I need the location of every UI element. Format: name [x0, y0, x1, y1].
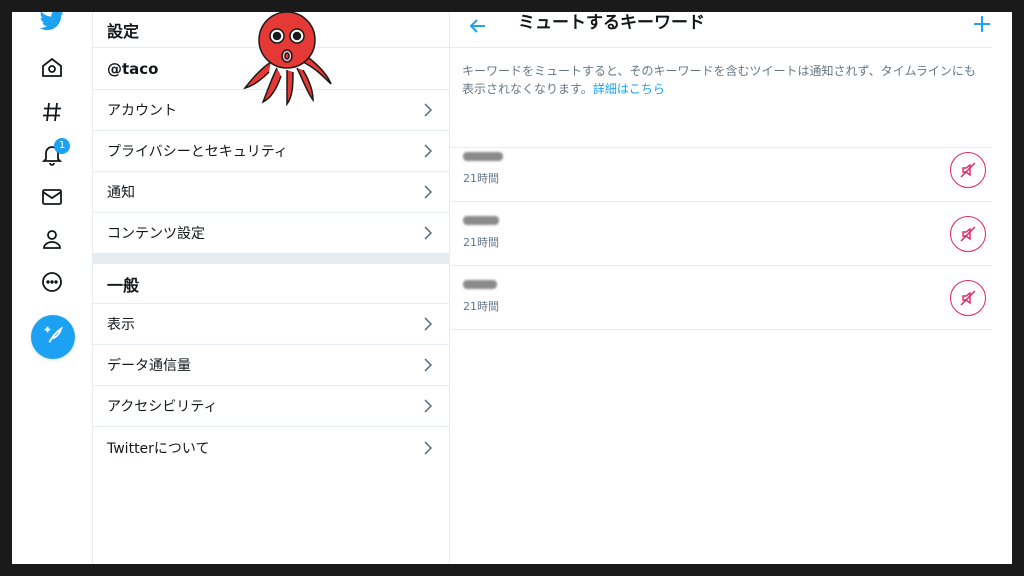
nav-home-button[interactable]	[34, 52, 70, 88]
learn-more-link[interactable]: 詳細はこちら	[593, 82, 665, 96]
chevron-right-icon	[424, 185, 433, 199]
description-text: キーワードをミュートすると、そのキーワードを含むツイートは通知されず、タイムライ…	[462, 64, 976, 96]
nav-explore-button[interactable]	[34, 96, 70, 132]
compose-tweet-icon	[42, 324, 64, 350]
muted-keyword-time: 21時間	[463, 236, 499, 249]
general-section-title: 一般	[93, 264, 449, 304]
nav-profile-button[interactable]	[34, 223, 70, 259]
home-icon	[40, 56, 64, 84]
envelope-icon	[40, 185, 64, 213]
back-arrow-icon[interactable]	[468, 16, 488, 36]
plus-icon[interactable]	[972, 14, 992, 34]
speaker-off-icon	[960, 226, 976, 242]
muted-keyword-row[interactable]: 21時間	[450, 138, 992, 202]
speaker-off-icon	[960, 162, 976, 178]
muted-keyword-row[interactable]: 21時間	[450, 266, 992, 330]
muted-keyword-redacted	[463, 216, 499, 225]
chevron-right-icon	[424, 358, 433, 372]
muted-keywords-panel: ミュートするキーワード キーワードをミュートすると、そのキーワードを含むツイート…	[450, 12, 992, 564]
page-title: ミュートするキーワード	[518, 13, 705, 33]
settings-item-display[interactable]: 表示	[93, 304, 449, 345]
app-frame: 1 設定 @taco アカウント プライバシーとセキュリティ 通知 コンテンツ設…	[12, 12, 1012, 564]
settings-item-label: Twitterについて	[107, 440, 210, 457]
twitter-logo[interactable]	[34, 12, 70, 40]
settings-item-label: コンテンツ設定	[107, 226, 205, 242]
chevron-right-icon	[424, 226, 433, 240]
chevron-right-icon	[424, 440, 433, 455]
left-nav: 1	[12, 12, 92, 564]
hashtag-icon	[40, 100, 64, 128]
muted-keyword-redacted	[463, 280, 497, 289]
unmute-button[interactable]	[950, 280, 986, 316]
compose-tweet-button[interactable]	[31, 315, 75, 359]
muted-keyword-redacted	[463, 152, 503, 161]
nav-notifications-button[interactable]: 1	[34, 138, 70, 174]
nav-messages-button[interactable]	[34, 181, 70, 217]
settings-item-label: 表示	[107, 317, 135, 333]
settings-item-privacy[interactable]: プライバシーとセキュリティ	[93, 131, 449, 172]
muted-description: キーワードをミュートすると、そのキーワードを含むツイートは通知されず、タイムライ…	[450, 48, 992, 148]
settings-item-label: プライバシーとセキュリティ	[107, 144, 288, 160]
person-icon	[40, 227, 64, 255]
settings-column: 設定 @taco アカウント プライバシーとセキュリティ 通知 コンテンツ設定 …	[92, 12, 450, 564]
settings-item-data-usage[interactable]: データ通信量	[93, 345, 449, 386]
unmute-button[interactable]	[950, 152, 986, 188]
chevron-right-icon	[424, 399, 433, 413]
chevron-right-icon	[424, 317, 433, 331]
more-circle-icon	[40, 270, 64, 298]
speaker-off-icon	[960, 290, 976, 306]
octopus-sticker-icon	[243, 12, 332, 106]
twitter-bird-icon	[39, 12, 64, 36]
muted-keyword-row[interactable]: 21時間	[450, 202, 992, 266]
nav-more-button[interactable]	[34, 266, 70, 302]
muted-header: ミュートするキーワード	[450, 12, 992, 48]
chevron-right-icon	[424, 144, 433, 158]
notification-badge: 1	[54, 138, 70, 154]
muted-keyword-time: 21時間	[463, 300, 499, 313]
chevron-right-icon	[424, 103, 433, 117]
settings-item-notifications[interactable]: 通知	[93, 172, 449, 213]
unmute-button[interactable]	[950, 216, 986, 252]
muted-keyword-time: 21時間	[463, 172, 499, 185]
settings-item-label: データ通信量	[107, 358, 191, 374]
settings-item-label: アカウント	[107, 103, 177, 119]
section-divider	[93, 254, 449, 264]
settings-item-accessibility[interactable]: アクセシビリティ	[93, 386, 449, 427]
settings-item-label: 通知	[107, 185, 135, 201]
settings-item-content[interactable]: コンテンツ設定	[93, 213, 449, 254]
settings-item-label: アクセシビリティ	[107, 399, 218, 415]
settings-item-about[interactable]: Twitterについて	[93, 427, 449, 468]
